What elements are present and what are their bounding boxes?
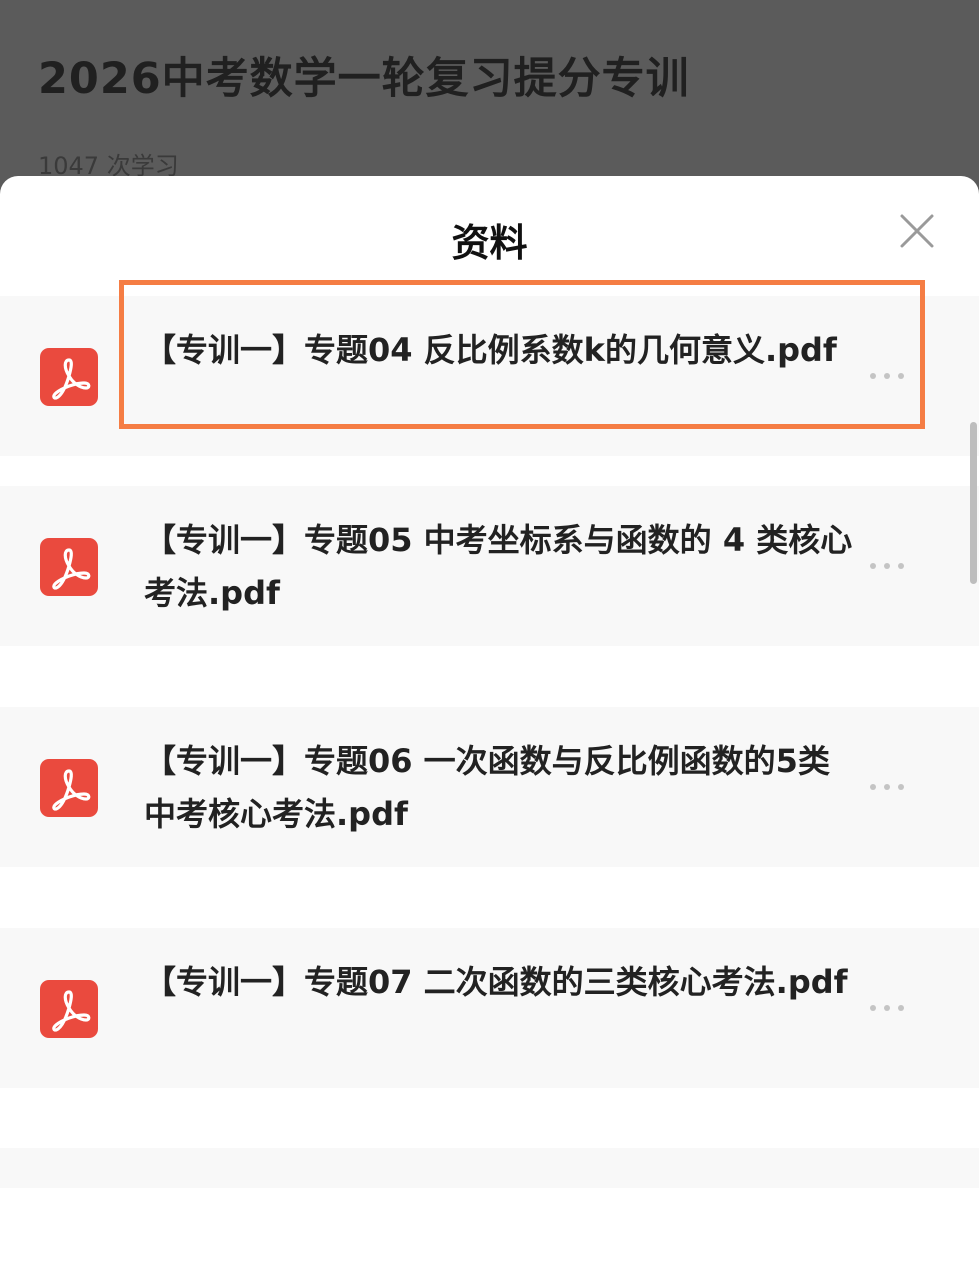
scrollbar[interactable] <box>970 422 977 584</box>
file-name: 【专训一】专题05 中考坐标系与函数的 4 类核心考法.pdf <box>144 521 853 612</box>
file-row-06[interactable]: 【专训一】专题06 一次函数与反比例函数的5类中考核心考法.pdf <box>0 707 979 867</box>
file-row-04[interactable]: 【专训一】专题04 反比例系数k的几何意义.pdf <box>0 296 979 456</box>
more-icon <box>870 563 904 569</box>
pdf-icon <box>40 980 98 1038</box>
pdf-icon <box>40 538 98 596</box>
more-icon <box>870 1005 904 1011</box>
more-button[interactable] <box>866 556 908 576</box>
close-button[interactable] <box>892 206 942 256</box>
more-button[interactable] <box>866 998 908 1018</box>
file-row-partial <box>0 1148 979 1188</box>
more-icon <box>870 784 904 790</box>
materials-sheet: 资料 【专训一】专题04 反比例系数k的几何意义.pdf 【专训一】专题05 中… <box>0 176 979 1280</box>
more-button[interactable] <box>866 366 908 386</box>
more-icon <box>870 373 904 379</box>
more-button[interactable] <box>866 777 908 797</box>
pdf-icon <box>40 348 98 406</box>
file-name: 【专训一】专题07 二次函数的三类核心考法.pdf <box>144 963 848 1001</box>
course-title: 2026中考数学一轮复习提分专训 <box>38 54 690 104</box>
file-name: 【专训一】专题04 反比例系数k的几何意义.pdf <box>144 331 837 369</box>
pdf-icon <box>40 759 98 817</box>
close-icon <box>900 214 934 248</box>
sheet-title: 资料 <box>451 221 528 265</box>
file-row-05[interactable]: 【专训一】专题05 中考坐标系与函数的 4 类核心考法.pdf <box>0 486 979 646</box>
file-row-07[interactable]: 【专训一】专题07 二次函数的三类核心考法.pdf <box>0 928 979 1088</box>
file-name: 【专训一】专题06 一次函数与反比例函数的5类中考核心考法.pdf <box>144 742 830 833</box>
